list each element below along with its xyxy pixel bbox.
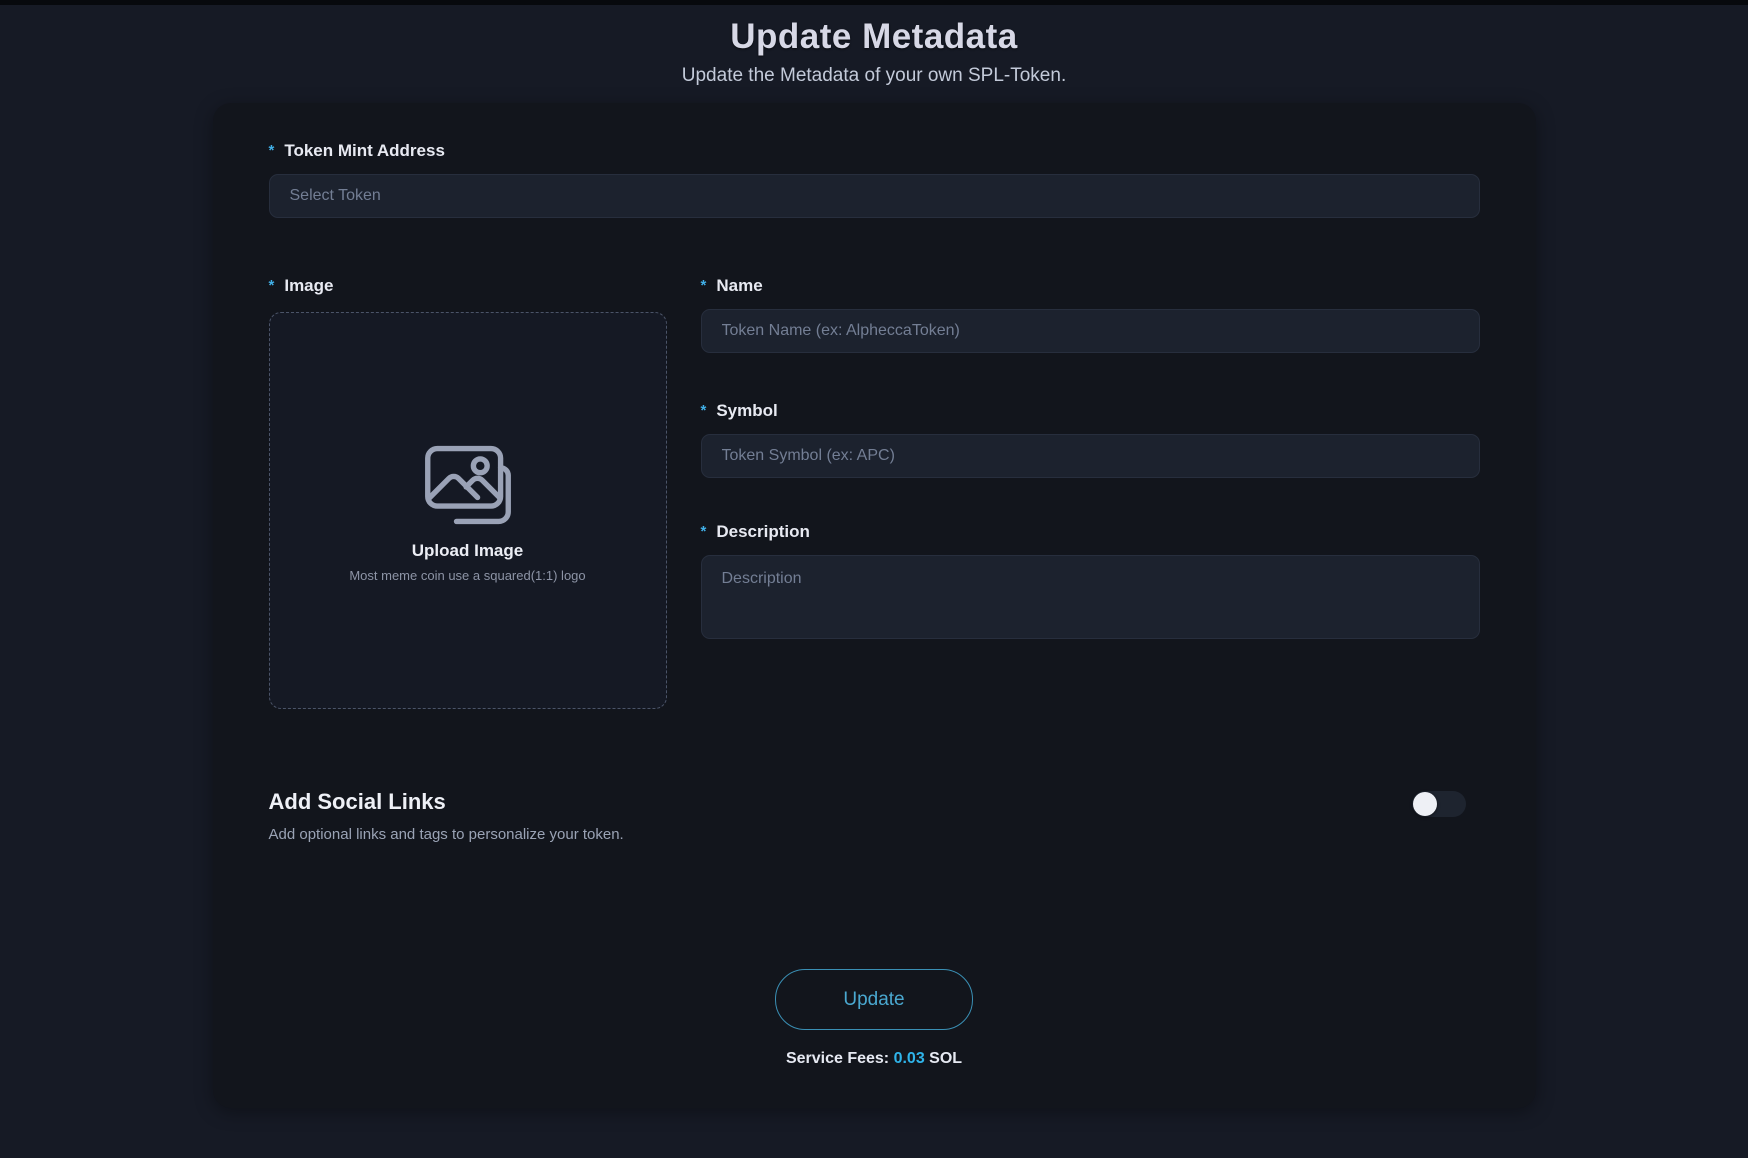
token-name-input[interactable]: [700, 309, 1480, 353]
name-label: * Name: [701, 276, 1480, 296]
token-mint-select-input[interactable]: [268, 174, 1480, 218]
social-links-section: Add Social Links Add optional links and …: [269, 789, 1480, 843]
social-links-text: Add Social Links Add optional links and …: [269, 789, 624, 843]
fee-value: 0.03: [893, 1050, 925, 1067]
page-title: Update Metadata: [730, 17, 1018, 56]
page-header: Update Metadata Update the Metadata of y…: [0, 17, 1748, 87]
required-asterisk: *: [700, 523, 707, 540]
update-button[interactable]: Update: [775, 969, 973, 1030]
symbol-label-text: Symbol: [716, 401, 778, 420]
fee-prefix: Service Fees:: [785, 1050, 890, 1067]
symbol-label: * Symbol: [701, 401, 1480, 421]
description-label-text: Description: [716, 522, 810, 541]
token-mint-label: * Token Mint Address: [269, 141, 1480, 161]
fee-suffix: SOL: [929, 1050, 963, 1067]
image-upload-dropzone[interactable]: Upload Image Most meme coin use a square…: [268, 312, 667, 709]
token-symbol-input[interactable]: [700, 434, 1480, 478]
social-links-title: Add Social Links: [268, 789, 446, 814]
service-fees-line: Service Fees: 0.03 SOL: [269, 1050, 1480, 1068]
images-icon: [424, 445, 511, 524]
image-field: * Image Upload Image Most meme coin use …: [268, 276, 667, 709]
token-mint-field: * Token Mint Address: [268, 141, 1480, 218]
card-footer: Update Service Fees: 0.03 SOL: [269, 969, 1480, 1068]
description-label: * Description: [701, 522, 1480, 542]
symbol-field: * Symbol: [700, 401, 1480, 478]
description-field: * Description: [700, 522, 1480, 639]
metadata-fields-column: * Name * Symbol * Description: [700, 276, 1480, 709]
required-asterisk: *: [268, 142, 275, 159]
description-textarea[interactable]: [700, 555, 1480, 639]
required-asterisk: *: [268, 277, 275, 294]
name-label-text: Name: [716, 276, 763, 295]
token-mint-label-text: Token Mint Address: [284, 141, 445, 160]
top-strip: [0, 0, 1748, 5]
page-subtitle: Update the Metadata of your own SPL-Toke…: [681, 65, 1067, 86]
toggle-knob: [1412, 792, 1437, 816]
required-asterisk: *: [700, 402, 707, 419]
upload-title: Upload Image: [411, 540, 524, 560]
social-links-toggle[interactable]: [1411, 791, 1466, 817]
required-asterisk: *: [700, 277, 707, 294]
upload-hint: Most meme coin use a squared(1:1) logo: [349, 567, 586, 583]
social-links-subtitle: Add optional links and tags to personali…: [268, 826, 624, 843]
image-label-text: Image: [284, 276, 334, 295]
update-metadata-card: * Token Mint Address * Image Upload Imag…: [212, 103, 1536, 1108]
name-field: * Name: [700, 276, 1480, 353]
image-label: * Image: [269, 276, 667, 296]
